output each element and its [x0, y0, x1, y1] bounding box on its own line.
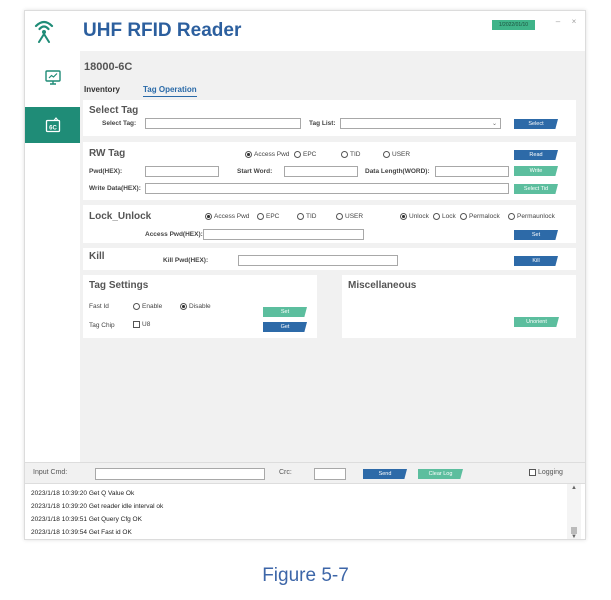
log-line: 2023/1/18 10:39:51 Get Query Cfg OK	[31, 516, 142, 523]
input-cmd-label: Input Cmd:	[33, 469, 68, 476]
lock-radio-permalock[interactable]: Permalock	[460, 213, 500, 220]
svg-text:6C: 6C	[49, 125, 57, 131]
logging-checkbox[interactable]: Logging	[529, 469, 563, 476]
scroll-up-icon[interactable]: ▲	[567, 485, 581, 491]
tag-list-label: Tag List:	[309, 120, 336, 127]
kill-panel: Kill Kill Pwd(HEX): Kill	[83, 248, 576, 270]
lock-radio-user[interactable]: USER	[336, 213, 363, 220]
write-data-input[interactable]	[145, 183, 509, 194]
sidebar-item-settings[interactable]	[25, 59, 80, 95]
kill-pwd-label: Kill Pwd(HEX):	[163, 257, 209, 264]
clear-log-button[interactable]: Clear Log	[418, 469, 463, 479]
title-bar: UHF RFID Reader 1/2022/01/10 – ×	[25, 11, 585, 51]
scroll-down-icon[interactable]: ▼	[567, 534, 581, 539]
send-button[interactable]: Send	[363, 469, 407, 479]
miscellaneous-title: Miscellaneous	[348, 280, 417, 291]
access-pwd-input[interactable]	[203, 229, 364, 240]
log-scrollbar[interactable]: ▲ ▼	[567, 484, 581, 539]
miscellaneous-panel: Miscellaneous Unorient	[342, 275, 576, 338]
start-word-input[interactable]	[284, 166, 358, 177]
lock-radio-tid[interactable]: TID	[297, 213, 316, 220]
rw-radio-epc[interactable]: EPC	[294, 151, 316, 158]
page: UHF RFID Reader 1/2022/01/10 – × 6C 1800…	[0, 0, 611, 600]
input-cmd-field[interactable]	[95, 468, 265, 480]
tag-settings-title: Tag Settings	[89, 280, 149, 291]
read-button[interactable]: Read	[514, 150, 558, 160]
pwd-input[interactable]	[145, 166, 219, 177]
kill-title: Kill	[89, 251, 105, 262]
fast-id-label: Fast Id	[89, 303, 109, 310]
select-tag-input[interactable]	[145, 118, 301, 129]
rw-tag-title: RW Tag	[89, 148, 126, 159]
rw-radio-tid[interactable]: TID	[341, 151, 360, 158]
crc-label: Crc:	[279, 469, 292, 476]
kill-pwd-input[interactable]	[238, 255, 398, 266]
protocol-title: 18000-6C	[84, 61, 133, 73]
set-lock-button[interactable]: Set	[514, 230, 558, 240]
lock-radio-lock[interactable]: Lock	[433, 213, 456, 220]
fast-id-disable-radio[interactable]: Disable	[180, 303, 211, 310]
log-line: 2023/1/18 10:39:20 Get Q Value Ok	[31, 490, 135, 497]
app-title: UHF RFID Reader	[83, 20, 242, 41]
get-tag-chip-button[interactable]: Get	[263, 322, 307, 332]
sidebar: 6C	[25, 51, 80, 462]
tag-chip-label: Tag Chip	[89, 322, 115, 329]
monitor-settings-icon	[44, 69, 61, 85]
write-button[interactable]: Write	[514, 166, 558, 176]
access-pwd-label: Access Pwd(HEX):	[145, 231, 203, 238]
select-button[interactable]: Select	[514, 119, 558, 129]
select-tag-panel: Select Tag Select Tag: Tag List: ⌄ Selec…	[83, 100, 576, 136]
tab-inventory[interactable]: Inventory	[84, 85, 120, 96]
crc-field[interactable]	[314, 468, 346, 480]
minimize-button[interactable]: –	[553, 17, 563, 26]
start-word-label: Start Word:	[237, 168, 273, 175]
write-data-label: Write Data(HEX):	[89, 185, 141, 192]
u8-checkbox[interactable]: U8	[133, 321, 150, 328]
lock-radio-permaunlock[interactable]: Permaunlock	[508, 213, 555, 220]
data-length-label: Data Length(WORD):	[365, 168, 430, 175]
log-line: 2023/1/18 10:39:54 Get Fast id OK	[31, 529, 132, 536]
log-line: 2023/1/18 10:39:20 Get reader idle inter…	[31, 503, 164, 510]
lock-unlock-title: Lock_Unlock	[89, 211, 152, 222]
tag-list-select[interactable]: ⌄	[340, 118, 501, 129]
scroll-thumb[interactable]	[571, 527, 577, 534]
sidebar-item-6c[interactable]: 6C	[25, 107, 80, 143]
log-area[interactable]: 2023/1/18 10:39:20 Get Q Value Ok 2023/1…	[25, 483, 585, 539]
rw-radio-user[interactable]: USER	[383, 151, 410, 158]
kill-button[interactable]: Kill	[514, 256, 558, 266]
close-button[interactable]: ×	[569, 17, 579, 26]
lock-radio-epc[interactable]: EPC	[257, 213, 279, 220]
tag-settings-panel: Tag Settings Fast Id Enable Disable Set …	[83, 275, 317, 338]
rw-tag-panel: RW Tag Access Pwd EPC TID USER Read Pwd(…	[83, 142, 576, 200]
figure-caption: Figure 5-7	[262, 565, 349, 586]
rw-radio-access-pwd[interactable]: Access Pwd	[245, 151, 289, 158]
6c-tag-icon: 6C	[45, 117, 60, 133]
main-content: 18000-6C Inventory Tag Operation Select …	[80, 51, 585, 462]
select-tid-button[interactable]: Select Tid	[514, 184, 558, 194]
rfid-antenna-icon	[34, 20, 54, 43]
unorient-button[interactable]: Unorient	[514, 317, 559, 327]
select-tag-label: Select Tag:	[102, 120, 137, 127]
select-tag-title: Select Tag	[89, 105, 139, 116]
lock-radio-unlock[interactable]: Unlock	[400, 213, 429, 220]
pwd-label: Pwd(HEX):	[89, 168, 123, 175]
set-fast-id-button[interactable]: Set	[263, 307, 307, 317]
chevron-down-icon: ⌄	[491, 121, 497, 127]
date-badge: 1/2022/01/10	[492, 20, 535, 30]
data-length-input[interactable]	[435, 166, 509, 177]
app-window: UHF RFID Reader 1/2022/01/10 – × 6C 1800…	[24, 10, 586, 540]
lock-radio-access-pwd[interactable]: Access Pwd	[205, 213, 249, 220]
tab-tag-operation[interactable]: Tag Operation	[143, 85, 197, 97]
lock-unlock-panel: Lock_Unlock Access Pwd EPC TID USER Unlo…	[83, 205, 576, 243]
command-bar: Input Cmd: Crc: Send Clear Log Logging	[25, 462, 585, 483]
fast-id-enable-radio[interactable]: Enable	[133, 303, 162, 310]
